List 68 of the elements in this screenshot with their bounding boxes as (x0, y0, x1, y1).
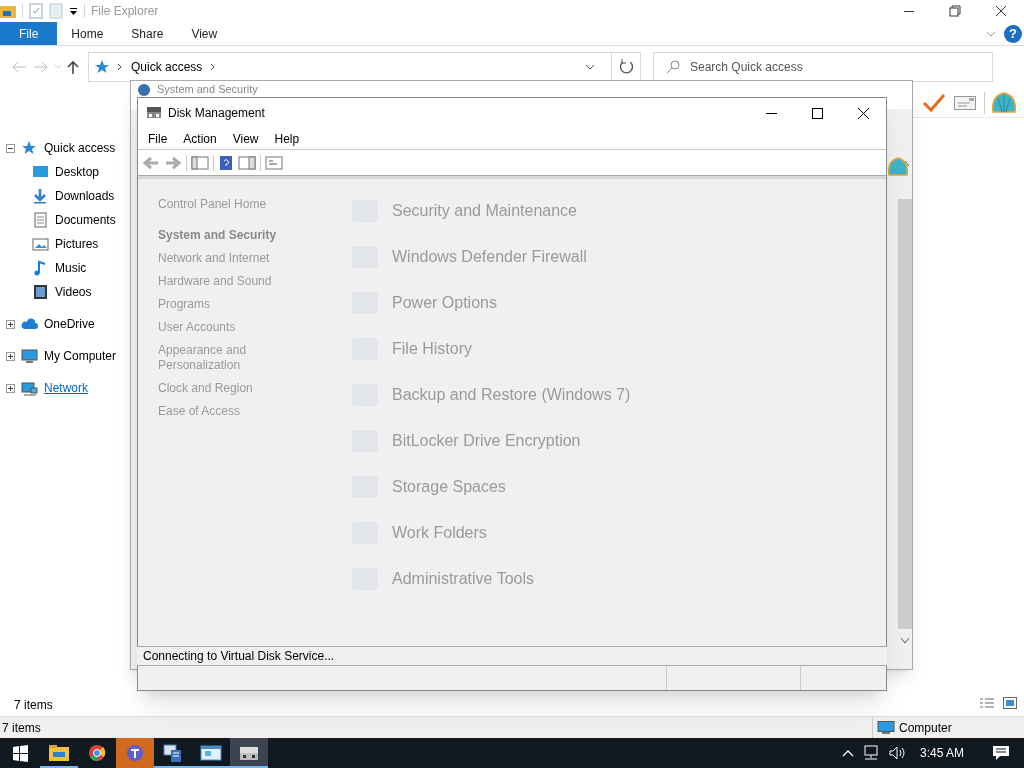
nav-label[interactable]: Downloads (55, 187, 115, 205)
window-title: Disk Management (168, 105, 265, 122)
window-title: System and Security (157, 83, 258, 96)
folder-icon[interactable] (0, 4, 16, 18)
document-icon (32, 212, 49, 228)
collapse-icon[interactable] (6, 143, 15, 153)
clock[interactable]: 3:45 AM (913, 744, 970, 762)
expand-icon[interactable] (6, 383, 15, 393)
chevron-icon (210, 63, 217, 71)
sidebar-link[interactable]: System and Security (158, 228, 308, 243)
action-pane-icon[interactable] (238, 154, 256, 171)
status-text: 7 items (1, 719, 41, 737)
picture-icon (32, 236, 49, 252)
show-hidden-icons-caret-icon[interactable] (841, 749, 854, 757)
cloud-icon (21, 316, 38, 332)
chat-app-icon[interactable] (116, 738, 154, 768)
search-icon (666, 60, 680, 74)
network-icon (21, 380, 38, 396)
help-book-icon[interactable] (218, 154, 234, 171)
status-text: Connecting to Virtual Disk Service... (143, 648, 335, 665)
ribbon-tab[interactable]: Home (57, 22, 118, 45)
nav-label[interactable]: My Computer (44, 347, 117, 365)
film-icon (32, 284, 49, 300)
shell-icon[interactable] (984, 91, 1017, 114)
speaker-icon[interactable] (887, 745, 906, 761)
breadcrumb[interactable]: Quick access (131, 58, 203, 76)
menu-item[interactable]: File (140, 129, 176, 148)
chevron-icon (117, 63, 123, 71)
download-arrow-icon (32, 188, 49, 204)
nav-label[interactable]: OneDrive (44, 315, 95, 333)
expand-ribbon-icon[interactable] (986, 29, 996, 38)
network-icon[interactable] (861, 745, 880, 761)
desktop-icon (32, 164, 49, 180)
nav-label[interactable]: Pictures (55, 235, 99, 253)
window-title: File Explorer (91, 3, 159, 20)
up-arrow-icon[interactable] (66, 59, 80, 75)
item-count: 7 items (14, 697, 53, 714)
menu-item[interactable]: Help (266, 129, 308, 148)
expand-icon[interactable] (6, 351, 15, 361)
nav-label[interactable]: Documents (55, 211, 116, 229)
console-tree-icon[interactable] (191, 154, 209, 171)
help-button[interactable]: ? (1004, 24, 1022, 43)
computer-icon (21, 348, 38, 364)
status-location: Computer (899, 719, 952, 737)
expand-icon[interactable] (6, 319, 15, 329)
ribbon-tab[interactable]: View (177, 22, 232, 45)
ribbon-tab[interactable]: Share (117, 22, 178, 45)
checkmark-icon[interactable] (922, 92, 946, 113)
star-icon (21, 140, 38, 156)
menu-item[interactable]: Action (175, 129, 225, 148)
search-input[interactable]: Search Quick access (690, 58, 940, 76)
nav-label[interactable]: Videos (55, 283, 92, 301)
star-icon (95, 60, 109, 74)
menu-item[interactable]: View (224, 129, 267, 148)
large-icons-view-icon[interactable] (1003, 697, 1017, 709)
nav-label[interactable]: Music (55, 259, 87, 277)
disk-drive-icon[interactable] (230, 738, 268, 768)
nav-label[interactable]: Quick access (44, 139, 116, 157)
scrollbar-thumb[interactable] (898, 199, 912, 629)
disk-drive-icon (146, 106, 162, 120)
nav-label[interactable]: Desktop (55, 163, 100, 181)
search-field[interactable]: Search Quick access (653, 52, 993, 82)
nav-label[interactable]: Network (44, 379, 88, 397)
customize-caret-icon[interactable] (69, 6, 78, 16)
ribbon-tab[interactable]: File (0, 22, 58, 45)
dropdown-caret-icon[interactable] (585, 64, 595, 70)
envelope-icon[interactable] (954, 95, 976, 110)
computer-icon (877, 720, 895, 735)
